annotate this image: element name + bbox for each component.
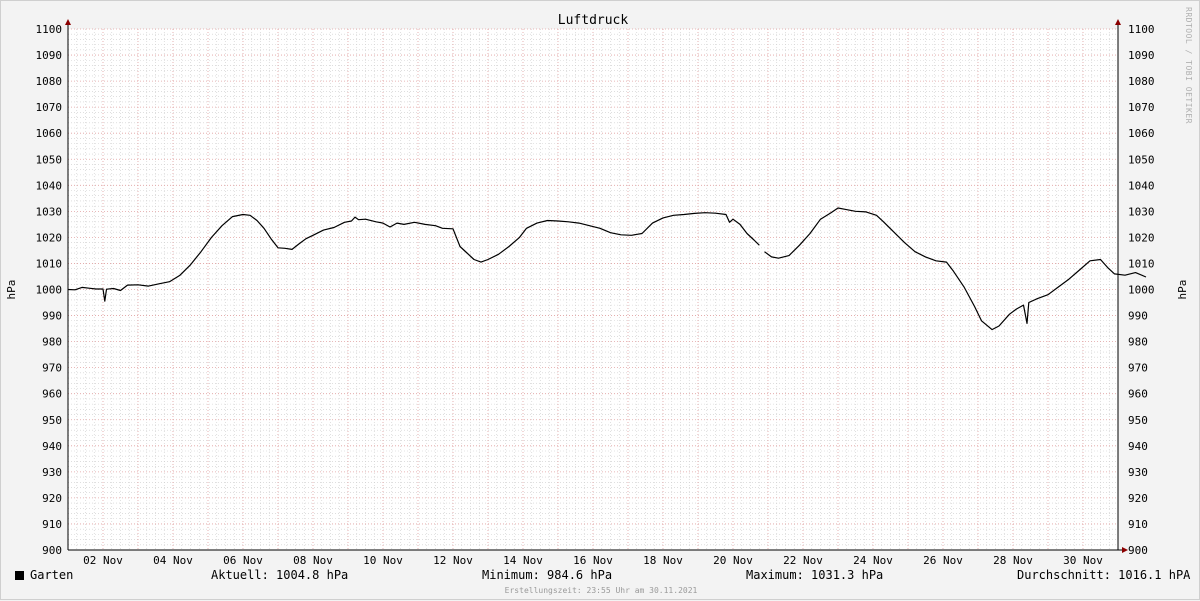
y-tick-label: 1100 — [36, 23, 63, 36]
y-tick-label: 910 — [42, 518, 62, 531]
y-tick-label-right: 960 — [1128, 388, 1148, 401]
y-tick-label: 950 — [42, 414, 62, 427]
chart-title: Luftdruck — [558, 13, 629, 28]
y-tick-label: 900 — [42, 544, 62, 557]
y-tick-label: 1040 — [36, 179, 63, 192]
x-tick-label: 24 Nov — [853, 554, 893, 567]
x-tick-label: 22 Nov — [783, 554, 823, 567]
y-tick-label-right: 1020 — [1128, 231, 1155, 244]
y-tick-label: 1050 — [36, 153, 63, 166]
y-tick-label-right: 1040 — [1128, 179, 1155, 192]
x-tick-label: 28 Nov — [993, 554, 1033, 567]
x-tick-label: 08 Nov — [293, 554, 333, 567]
y-tick-label: 940 — [42, 440, 62, 453]
x-tick-label: 16 Nov — [573, 554, 613, 567]
legend-swatch — [15, 571, 24, 580]
x-tick-label: 26 Nov — [923, 554, 963, 567]
y-tick-label: 980 — [42, 336, 62, 349]
y-tick-label: 1070 — [36, 101, 63, 114]
y-tick-label: 970 — [42, 362, 62, 375]
x-tick-label: 18 Nov — [643, 554, 683, 567]
y-tick-label-right: 980 — [1128, 336, 1148, 349]
y-tick-label-right: 1080 — [1128, 75, 1155, 88]
y-tick-label-right: 990 — [1128, 310, 1148, 323]
y-tick-label-right: 1090 — [1128, 49, 1155, 62]
y-tick-label-right: 1100 — [1128, 23, 1155, 36]
y-tick-label: 1060 — [36, 127, 63, 140]
y-tick-label-right: 970 — [1128, 362, 1148, 375]
y-tick-label-right: 940 — [1128, 440, 1148, 453]
y-axis-arrow-right — [1115, 19, 1121, 25]
y-tick-label: 1080 — [36, 75, 63, 88]
y-tick-label-right: 1050 — [1128, 153, 1155, 166]
y-tick-label-right: 1000 — [1128, 284, 1155, 297]
x-tick-label: 10 Nov — [363, 554, 403, 567]
chart-canvas: 900 900 910 910 920 920 930 930 940 940 950 950 960 9… — [5, 13, 1189, 567]
y-tick-label-right: 950 — [1128, 414, 1148, 427]
y-tick-label: 960 — [42, 388, 62, 401]
x-tick-label: 06 Nov — [223, 554, 263, 567]
y-tick-label: 930 — [42, 466, 62, 479]
y-tick-label: 1010 — [36, 257, 63, 270]
legend-average: Durchschnitt: 1016.1 hPA — [1017, 568, 1191, 582]
x-tick-label: 02 Nov — [83, 554, 123, 567]
y-tick-label: 920 — [42, 492, 62, 505]
legend-series: Garten — [15, 568, 73, 582]
legend-current: Aktuell: 1004.8 hPa — [211, 568, 349, 582]
y-tick-label: 1030 — [36, 205, 63, 218]
x-tick-label: 04 Nov — [153, 554, 193, 567]
creation-time: Erstellungszeit: 23:55 Uhr am 30.11.2021 — [504, 586, 698, 595]
legend-maximum: Maximum: 1031.3 hPa — [746, 568, 884, 582]
y-tick-label-right: 1070 — [1128, 101, 1155, 114]
y-tick-label: 990 — [42, 310, 62, 323]
y-axis-label-right: hPa — [1176, 280, 1189, 300]
y-tick-label: 1020 — [36, 231, 63, 244]
x-tick-label: 14 Nov — [503, 554, 543, 567]
legend-minimum: Minimum: 984.6 hPa — [482, 568, 613, 582]
legend-series-label: Garten — [30, 568, 74, 582]
x-tick-label: 12 Nov — [433, 554, 473, 567]
y-tick-label: 1090 — [36, 49, 63, 62]
y-tick-label-right: 930 — [1128, 466, 1148, 479]
chart-frame: 900 900 910 910 920 920 930 930 940 940 950 950 960 9… — [0, 0, 1200, 600]
y-axis-label: hPa — [5, 280, 18, 300]
y-tick-label-right: 1030 — [1128, 205, 1155, 218]
x-tick-label: 20 Nov — [713, 554, 753, 567]
y-tick-label-right: 920 — [1128, 492, 1148, 505]
y-tick-label-right: 910 — [1128, 518, 1148, 531]
y-tick-label-right: 1010 — [1128, 257, 1155, 270]
y-tick-label-right: 900 — [1128, 544, 1148, 557]
y-tick-label: 1000 — [36, 284, 63, 297]
y-axis-arrow — [65, 19, 71, 25]
y-tick-label-right: 1060 — [1128, 127, 1155, 140]
watermark: RRDTOOL / TOBI OETIKER — [1184, 7, 1193, 124]
x-tick-label: 30 Nov — [1063, 554, 1103, 567]
